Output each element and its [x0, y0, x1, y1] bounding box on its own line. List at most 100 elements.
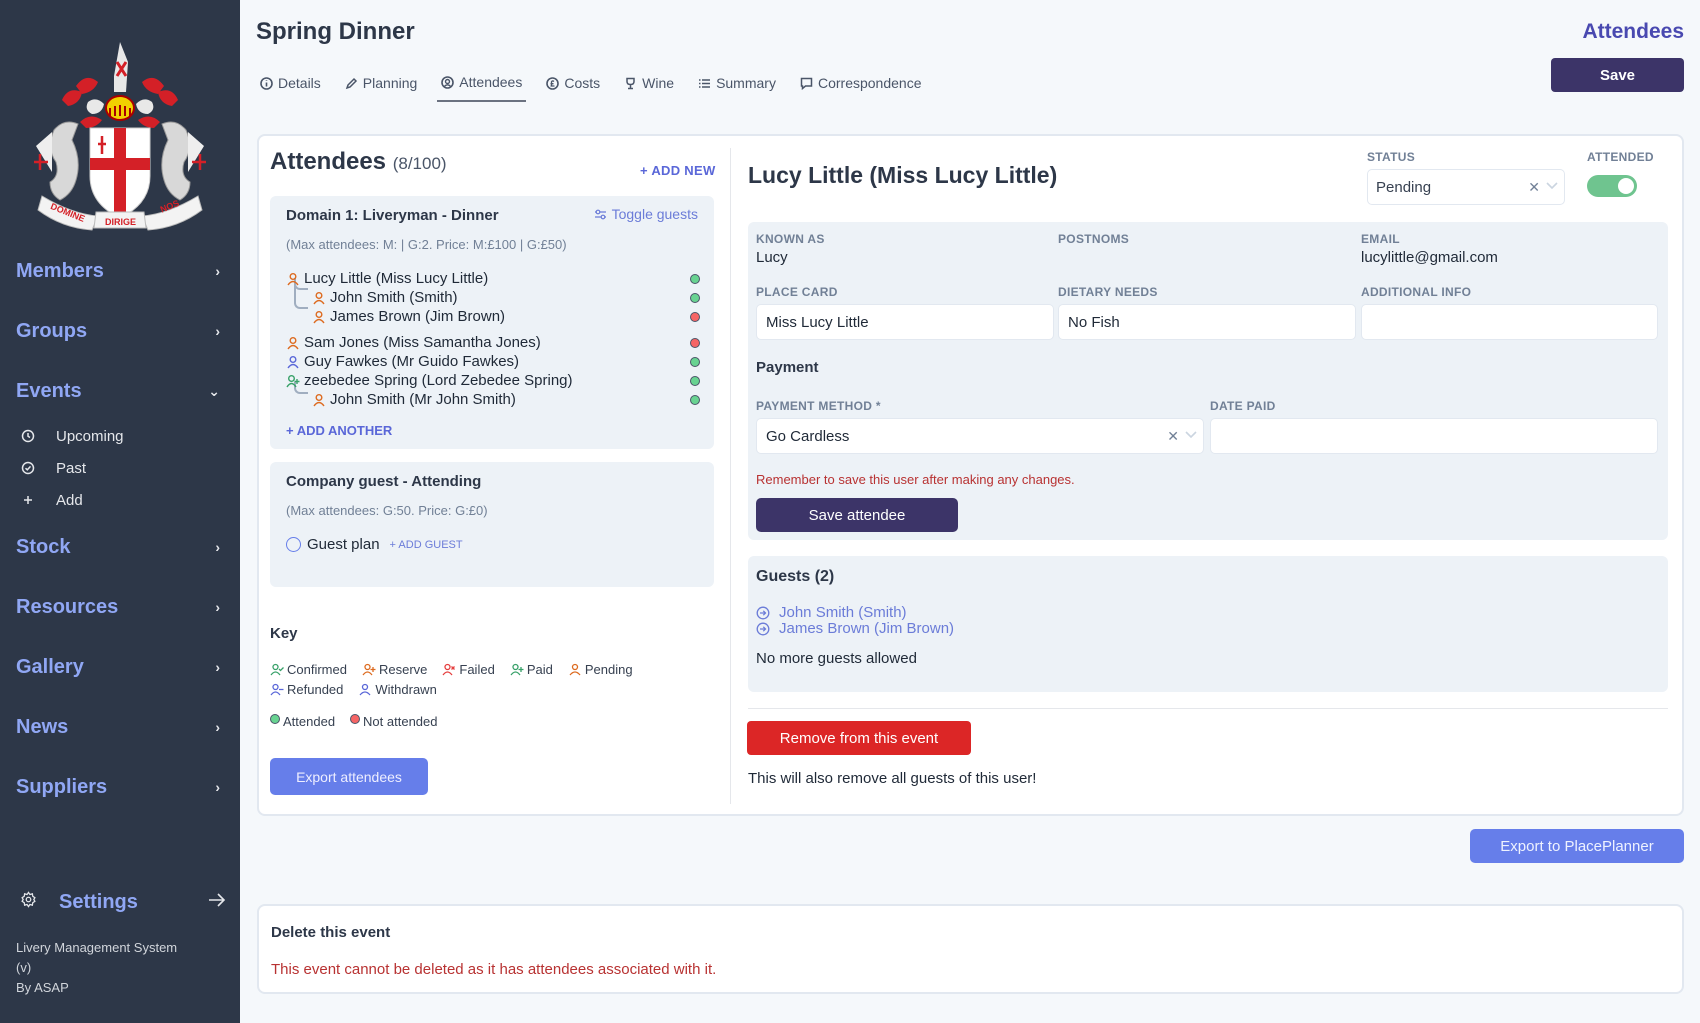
- key-paid: Paid: [510, 662, 553, 677]
- coat-of-arms-logo: DOMINE DIRIGE NOS: [14, 36, 226, 236]
- key-label: Attended: [283, 714, 336, 729]
- export-attendees-button[interactable]: Export attendees: [270, 758, 428, 795]
- save-button[interactable]: Save: [1551, 58, 1684, 92]
- attended-dot: [690, 274, 700, 284]
- attendee-detail-name: Lucy Little (Miss Lucy Little): [748, 162, 1058, 188]
- remove-from-event-button[interactable]: Remove from this event: [747, 721, 971, 755]
- chevron-down-icon[interactable]: [1546, 179, 1558, 193]
- tab-label: Costs: [564, 75, 601, 91]
- guest-plan-option[interactable]: Guest plan + ADD GUEST: [286, 536, 463, 553]
- remove-warning: This will also remove all guests of this…: [748, 770, 1037, 787]
- pound-icon: [546, 76, 560, 90]
- key-withdrawn: Withdrawn: [358, 682, 437, 697]
- nav-members[interactable]: Members ›: [16, 256, 226, 286]
- add-new-button[interactable]: + ADD NEW: [640, 163, 716, 178]
- nav-events-past[interactable]: Past: [20, 456, 86, 480]
- attendee-row[interactable]: Sam Jones (Miss Samantha Jones): [286, 333, 541, 352]
- save-attendee-button[interactable]: Save attendee: [756, 498, 958, 532]
- key-title: Key: [270, 625, 298, 642]
- group-subtitle: (Max attendees: M: | G:2. Price: M:£100 …: [286, 237, 567, 252]
- nav-news[interactable]: News ›: [16, 712, 226, 742]
- user-pending-icon: [312, 393, 326, 407]
- tab-details[interactable]: Details: [260, 70, 321, 102]
- guest-row[interactable]: James Brown (Jim Brown): [312, 307, 505, 326]
- attended-dot: [690, 376, 700, 386]
- nav-gallery[interactable]: Gallery ›: [16, 652, 226, 682]
- attended-toggle[interactable]: [1587, 175, 1637, 197]
- attendee-group: Domain 1: Liveryman - Dinner Toggle gues…: [270, 196, 714, 449]
- nav-label: Groups: [16, 319, 88, 342]
- nav-label: Members: [16, 259, 104, 282]
- known-as-label: KNOWN AS: [756, 232, 825, 246]
- guest-link[interactable]: John Smith (Smith): [756, 604, 907, 621]
- export-placeplanner-button[interactable]: Export to PlacePlanner: [1470, 829, 1684, 863]
- chevron-down-icon[interactable]: [1185, 428, 1197, 442]
- tab-costs[interactable]: Costs: [546, 70, 600, 102]
- toggle-knob: [1618, 178, 1634, 194]
- dietary-input[interactable]: No Fish: [1058, 304, 1356, 340]
- key-reserve: Reserve: [362, 662, 427, 677]
- delete-event-message: This event cannot be deleted as it has a…: [271, 961, 717, 978]
- user-pending-icon: [312, 291, 326, 305]
- status-label: STATUS: [1367, 150, 1416, 164]
- key-status-row: Confirmed Reserve Failed Paid Pending: [270, 662, 648, 677]
- guest-name: James Brown (Jim Brown): [779, 620, 955, 637]
- status-value: Pending: [1376, 178, 1432, 196]
- clear-icon[interactable]: ✕: [1167, 428, 1179, 445]
- chevron-right-icon: ›: [215, 323, 220, 339]
- event-tabs: Details Planning Attendees Costs Wine Su…: [260, 70, 945, 102]
- tab-label: Correspondence: [817, 75, 922, 91]
- place-card-input[interactable]: Miss Lucy Little: [756, 304, 1054, 340]
- chat-icon: [800, 77, 813, 90]
- chevron-right-icon: ›: [215, 263, 220, 279]
- key-label: Failed: [459, 662, 495, 677]
- attendee-row[interactable]: Guy Fawkes (Mr Guido Fawkes): [286, 352, 519, 371]
- nav-resources[interactable]: Resources ›: [16, 592, 226, 622]
- additional-info-input[interactable]: [1361, 304, 1658, 340]
- email-value: lucylittle@gmail.com: [1361, 249, 1498, 266]
- key-attendance-row: Attended Not attended: [270, 713, 453, 729]
- tab-correspondence[interactable]: Correspondence: [800, 70, 922, 102]
- attendee-row[interactable]: zeebedee Spring (Lord Zebedee Spring): [286, 371, 573, 390]
- status-select[interactable]: Pending ✕: [1367, 169, 1565, 205]
- add-guest-button[interactable]: + ADD GUEST: [390, 539, 463, 551]
- nav-settings[interactable]: Settings: [20, 887, 226, 917]
- nav-events[interactable]: Events ⌄: [16, 376, 226, 406]
- tab-label: Attendees: [459, 74, 523, 90]
- nav-stock[interactable]: Stock ›: [16, 532, 226, 562]
- clear-icon[interactable]: ✕: [1528, 179, 1540, 196]
- user-paid-icon: [286, 374, 300, 388]
- toggle-guests-button[interactable]: Toggle guests: [594, 206, 698, 222]
- radio-icon[interactable]: [286, 537, 301, 552]
- guest-plan-label: Guest plan: [307, 536, 380, 553]
- not-attended-dot: [690, 338, 700, 348]
- guest-row[interactable]: John Smith (Smith): [312, 288, 458, 307]
- nav-groups[interactable]: Groups ›: [16, 316, 226, 346]
- date-paid-input[interactable]: [1210, 418, 1658, 454]
- sidebar: DOMINE DIRIGE NOS Members › Groups › Event…: [0, 0, 240, 1023]
- tab-planning[interactable]: Planning: [345, 70, 417, 102]
- nav-events-add[interactable]: Add: [20, 488, 83, 512]
- nav-sub-label: Past: [56, 459, 87, 477]
- pencil-icon: [345, 77, 358, 90]
- tab-summary[interactable]: Summary: [698, 70, 776, 102]
- group-title: Domain 1: Liveryman - Dinner: [286, 207, 499, 224]
- add-another-button[interactable]: + ADD ANOTHER: [286, 423, 392, 438]
- chevron-down-icon: ⌄: [208, 382, 220, 399]
- tab-attendees[interactable]: Attendees: [437, 70, 527, 102]
- tab-wine[interactable]: Wine: [624, 70, 674, 102]
- payment-method-value: Go Cardless: [766, 427, 850, 445]
- key-label: Paid: [526, 662, 553, 677]
- tab-label: Summary: [716, 75, 776, 91]
- nav-events-upcoming[interactable]: Upcoming: [20, 424, 124, 448]
- attendee-name: James Brown (Jim Brown): [330, 308, 506, 325]
- guest-row[interactable]: John Smith (Mr John Smith): [312, 390, 516, 409]
- payment-method-select[interactable]: Go Cardless ✕: [756, 418, 1204, 454]
- attendee-row[interactable]: Lucy Little (Miss Lucy Little): [286, 269, 488, 288]
- nav-suppliers[interactable]: Suppliers ›: [16, 772, 226, 802]
- guest-link[interactable]: James Brown (Jim Brown): [756, 620, 954, 637]
- guests-title: Guests (2): [756, 568, 835, 585]
- attendee-name: John Smith (Smith): [330, 289, 458, 306]
- group-subtitle: (Max attendees: G:50. Price: G:£0): [286, 503, 488, 518]
- settings-label: Settings: [59, 890, 138, 913]
